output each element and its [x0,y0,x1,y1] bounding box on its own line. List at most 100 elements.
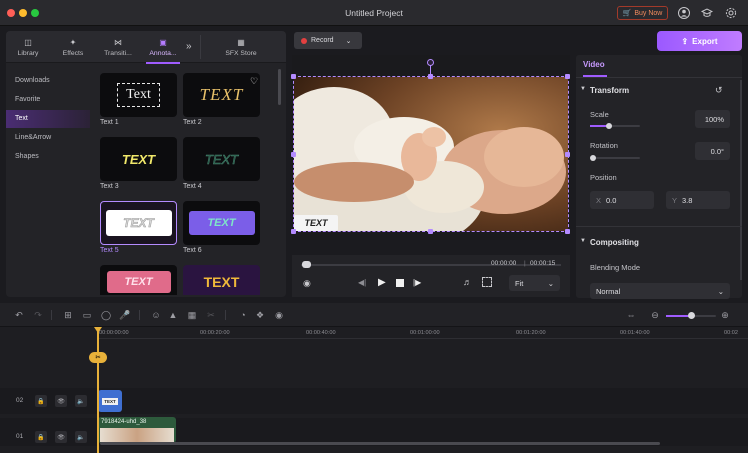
sidebar-item-shapes[interactable]: Shapes [6,148,90,166]
crop-icon[interactable]: ⊞ [61,308,75,322]
play-icon[interactable]: ▶ [378,277,386,288]
y-axis-label: Y [672,195,678,205]
speed-icon[interactable]: ◔ [236,308,250,322]
rotation-slider-thumb[interactable] [590,155,596,161]
tab-label: SFX Store [225,49,257,57]
sidebar-item-text[interactable]: Text [6,110,90,128]
video-preview-frame[interactable] [293,76,569,232]
tab-annotations[interactable]: ▣ Annota... [141,31,185,63]
tab-label: Annota... [149,49,177,57]
eye-icon[interactable]: 👁 [55,431,67,443]
zoom-out-icon[interactable]: ⊖ [648,308,662,322]
sidebar-item-line-arrow[interactable]: Line&Arrow [6,129,90,147]
eye-icon[interactable]: 👁 [55,395,67,407]
speaker-icon[interactable]: 🔈 [75,431,87,443]
video-frame-image [294,77,568,231]
volume-icon[interactable]: ♬ [463,277,472,287]
split-icon[interactable]: ▭ [80,308,94,322]
resize-handle[interactable] [428,229,433,234]
stop-icon[interactable] [396,279,404,287]
mosaic-icon[interactable]: ▦ [185,308,199,322]
resize-handle[interactable] [565,229,570,234]
buy-now-button[interactable]: 🛒 Buy Now [617,6,668,20]
collapse-arrow-icon[interactable]: ▼ [580,86,586,92]
resize-handle[interactable] [291,152,296,157]
screenshot-icon[interactable]: ◉ [303,278,311,289]
collapse-arrow-icon[interactable]: ▼ [580,238,586,244]
favorite-heart-icon[interactable]: ♡ [250,76,258,87]
resize-handle[interactable] [291,229,296,234]
face-icon[interactable]: ☺ [149,308,163,322]
text-preset-card[interactable]: TEXT [183,201,260,245]
lock-icon[interactable]: 🔒 [35,431,47,443]
tab-library[interactable]: ◫ Library [6,31,50,63]
divider [576,226,742,227]
export-button[interactable]: ⇪ Export [657,31,742,51]
properties-scrollbar[interactable] [740,80,742,280]
resize-handle[interactable] [565,152,570,157]
rotation-slider[interactable] [590,157,640,159]
text-preset-card[interactable]: TEXT [100,265,177,295]
text-overlay-clip[interactable]: TEXT [294,215,338,231]
reset-icon[interactable]: ↺ [715,85,723,96]
record-button[interactable]: Record ⌄ [294,32,362,49]
rotation-value-field[interactable]: 0.0° [695,142,730,160]
position-x-field[interactable]: X 0.0 [590,191,654,209]
fit-select[interactable]: Fit ⌄ [509,275,560,291]
playback-progress-track[interactable] [301,264,561,266]
text-preset-card[interactable]: TEXT [183,265,260,295]
playhead-top-icon[interactable] [94,327,102,333]
fullscreen-icon[interactable] [482,277,492,287]
resize-handle[interactable] [565,74,570,79]
timeline-scrollbar[interactable] [100,442,660,445]
rotate-handle[interactable] [427,59,434,66]
toolbar-divider [51,310,52,320]
text-preset-card[interactable]: Text [100,73,177,117]
record-label: Record [311,37,334,44]
preset-scrollbar[interactable] [278,69,281,105]
shield-icon[interactable]: ◯ [99,308,113,322]
blending-mode-select[interactable]: Normal ⌄ [590,283,730,299]
text-preset-card[interactable]: TEXT [183,73,260,117]
zoom-slider-thumb[interactable] [688,312,695,319]
chevron-down-icon: ⌄ [717,286,724,296]
split-marker-icon[interactable]: ✂ [89,352,107,363]
graduation-cap-icon[interactable] [700,6,714,20]
tab-transitions[interactable]: ⋈ Transiti... [96,31,140,63]
next-frame-icon[interactable]: |▶ [413,278,421,287]
speaker-icon[interactable]: 🔈 [75,395,87,407]
text-preset-card[interactable]: TEXT [100,137,177,181]
redo-icon[interactable]: ↷ [31,308,45,322]
previous-frame-icon[interactable]: ◀| [358,278,366,287]
store-icon: ▦ [237,37,245,47]
tab-video[interactable]: Video [583,60,605,69]
tab-effects[interactable]: ✦ Effects [51,31,95,63]
text-clip[interactable]: TEXT [98,390,122,412]
fit-timeline-icon[interactable]: ⇔ [624,308,638,322]
scale-slider-thumb[interactable] [606,123,612,129]
resize-handle[interactable] [291,74,296,79]
microphone-icon[interactable]: 🎤 [118,308,132,322]
motion-icon[interactable]: ❖ [253,308,267,322]
text-preset-card[interactable]: TEXT [183,137,260,181]
settings-icon[interactable] [724,6,738,20]
position-y-field[interactable]: Y 3.8 [666,191,730,209]
sidebar-item-favorite[interactable]: Favorite [6,91,90,109]
mountain-icon[interactable]: ▲ [166,308,180,322]
ruler-tick: 00:02 [724,330,738,336]
text-preset-card-selected[interactable]: TEXT [100,201,177,245]
avatar-icon[interactable] [677,6,691,20]
scissors-icon[interactable]: ✂ [204,308,218,322]
lock-icon[interactable]: 🔒 [35,395,47,407]
tab-sfx-store[interactable]: ▦ SFX Store [211,31,271,63]
scale-value-field[interactable]: 100% [695,110,730,128]
playback-progress-thumb[interactable] [302,261,311,268]
more-tabs-icon[interactable]: » [186,41,192,52]
marker-icon[interactable]: ◉ [272,308,286,322]
playhead[interactable] [97,330,99,453]
text-preset-preview: TEXT [106,271,171,293]
zoom-in-icon[interactable]: ⊕ [718,308,732,322]
undo-icon[interactable]: ↶ [12,308,26,322]
sidebar-item-downloads[interactable]: Downloads [6,72,90,90]
video-clip[interactable]: 7918424-uhd_38 [98,417,176,443]
